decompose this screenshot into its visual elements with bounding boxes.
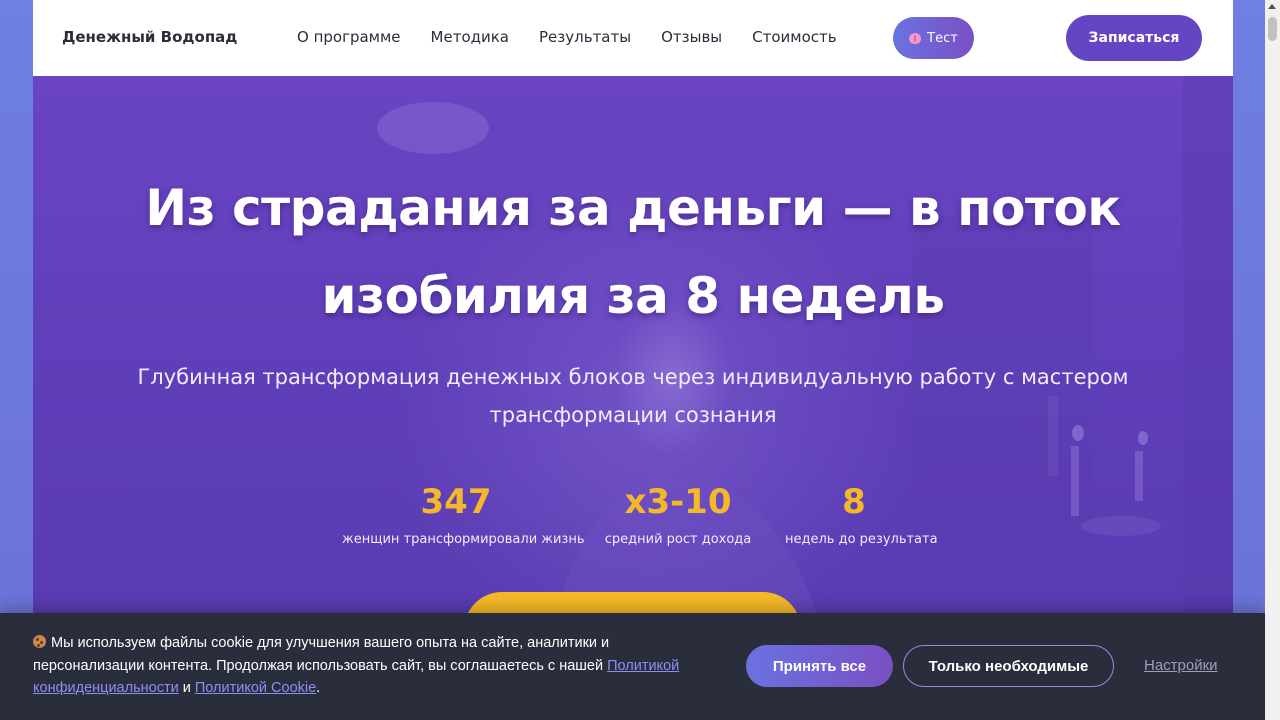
test-button[interactable]: Тест: [893, 17, 974, 59]
brain-icon: [909, 32, 922, 44]
page-scrollbar[interactable]: [1265, 0, 1280, 720]
cookie-text-1: Мы используем файлы cookie для улучшения…: [33, 635, 610, 674]
signup-button[interactable]: Записаться: [1066, 15, 1202, 61]
cookie-text-3: .: [316, 680, 321, 696]
brand-logo[interactable]: Денежный Водопад: [62, 28, 237, 46]
nav-item-results[interactable]: Результаты: [539, 28, 631, 46]
stat-income: x3-10 средний рост дохода: [603, 478, 753, 554]
stat-label: женщин трансформировали жизнь: [342, 532, 585, 547]
cookie-policy-link[interactable]: Политикой Cookie: [195, 680, 316, 696]
stat-label: средний рост дохода: [604, 532, 752, 547]
only-necessary-button[interactable]: Только необходимые: [903, 645, 1114, 687]
cookie-text-2: и: [178, 680, 195, 696]
test-button-label: Тест: [927, 30, 958, 46]
stats-row: 347 женщин трансформировали жизнь x3-10 …: [33, 478, 1233, 558]
hero-subtitle: Глубинная трансформация денежных блоков …: [137, 365, 1129, 427]
main-nav: О программе Методика Результаты Отзывы С…: [297, 28, 867, 46]
cookie-banner: Мы используем файлы cookie для улучшения…: [0, 613, 1265, 720]
stat-women: 347 женщин трансформировали жизнь: [342, 478, 585, 554]
stat-label: недель до результата: [785, 532, 938, 547]
stat-value: 8: [842, 482, 866, 522]
stat-value: 347: [420, 482, 492, 522]
stat-value: x3-10: [624, 482, 732, 522]
scroll-up-arrow-icon[interactable]: [1268, 4, 1276, 9]
nav-item-reviews[interactable]: Отзывы: [661, 28, 722, 46]
cookie-icon: [33, 635, 46, 648]
nav-item-about[interactable]: О программе: [297, 28, 401, 46]
cookie-settings-link[interactable]: Настройки: [1144, 657, 1218, 674]
nav-item-method[interactable]: Методика: [431, 28, 509, 46]
scroll-thumb[interactable]: [1268, 17, 1277, 41]
accept-all-button[interactable]: Принять все: [746, 645, 893, 687]
stat-weeks: 8 недель до результата: [785, 478, 938, 554]
cookie-message: Мы используем файлы cookie для улучшения…: [33, 632, 723, 700]
top-navbar: Денежный Водопад О программе Методика Ре…: [33, 0, 1233, 76]
nav-item-price[interactable]: Стоимость: [752, 28, 836, 46]
page: Денежный Водопад О программе Методика Ре…: [33, 0, 1233, 720]
hero-title: Из страдания за деньги — в поток изобили…: [145, 179, 1121, 325]
